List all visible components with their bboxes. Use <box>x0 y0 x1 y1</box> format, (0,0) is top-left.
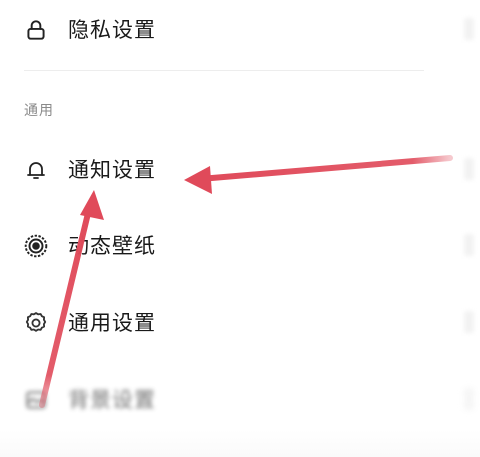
bell-icon <box>20 154 52 186</box>
chevron-right-icon <box>464 158 474 180</box>
menu-item-label: 背景设置 <box>68 388 156 412</box>
menu-item-notification[interactable]: 通知设置 <box>0 140 480 200</box>
background-icon <box>20 384 52 416</box>
gear-icon <box>20 307 52 339</box>
menu-item-live-wallpaper[interactable]: 动态壁纸 <box>0 216 480 276</box>
menu-item-general[interactable]: 通用设置 <box>0 293 480 353</box>
chevron-right-icon <box>464 388 474 410</box>
chevron-right-icon <box>464 18 474 40</box>
section-header-general: 通用 <box>24 103 54 119</box>
lock-icon <box>20 14 52 46</box>
chevron-right-icon <box>464 311 474 333</box>
menu-item-label: 通知设置 <box>68 158 156 182</box>
menu-item-privacy[interactable]: 隐私设置 <box>0 0 480 60</box>
menu-item-background[interactable]: 背景设置 <box>0 370 480 430</box>
menu-item-label: 通用设置 <box>68 311 156 335</box>
menu-item-label: 隐私设置 <box>68 18 156 42</box>
chevron-right-icon <box>464 234 474 256</box>
live-wallpaper-icon <box>20 230 52 262</box>
menu-item-label: 动态壁纸 <box>68 234 156 258</box>
divider <box>24 70 424 71</box>
bottom-fade <box>0 430 480 457</box>
